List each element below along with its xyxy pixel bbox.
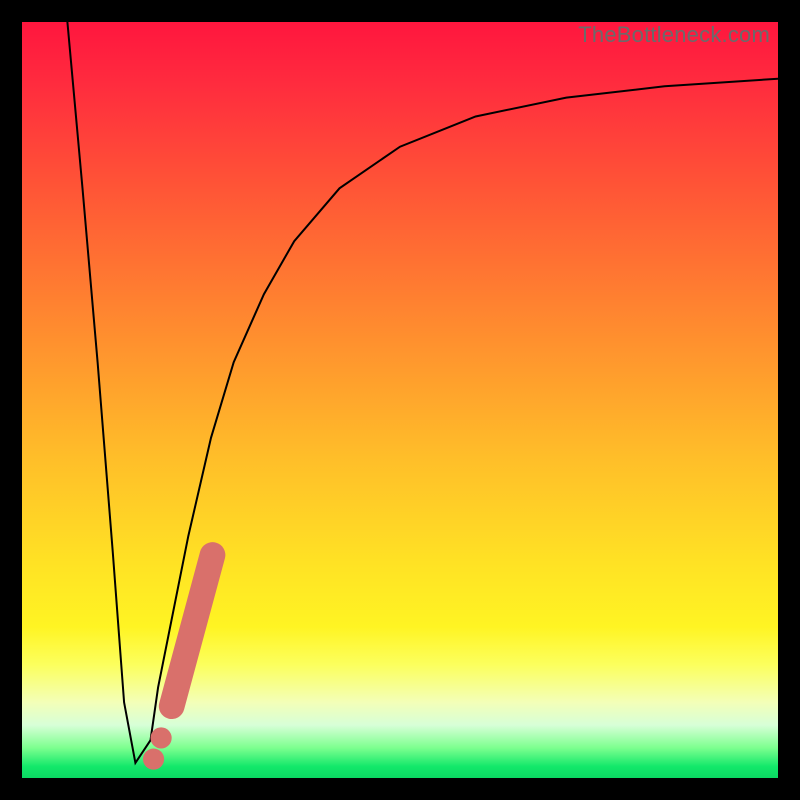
exclamation-bar: [172, 555, 213, 706]
exclamation-dot-1: [143, 749, 164, 770]
exclamation-dot-2: [151, 727, 172, 748]
chart-frame: TheBottleneck.com: [0, 0, 800, 800]
plot-area: TheBottleneck.com: [22, 22, 778, 778]
curve-layer: [22, 22, 778, 778]
watermark-text: TheBottleneck.com: [578, 22, 770, 48]
